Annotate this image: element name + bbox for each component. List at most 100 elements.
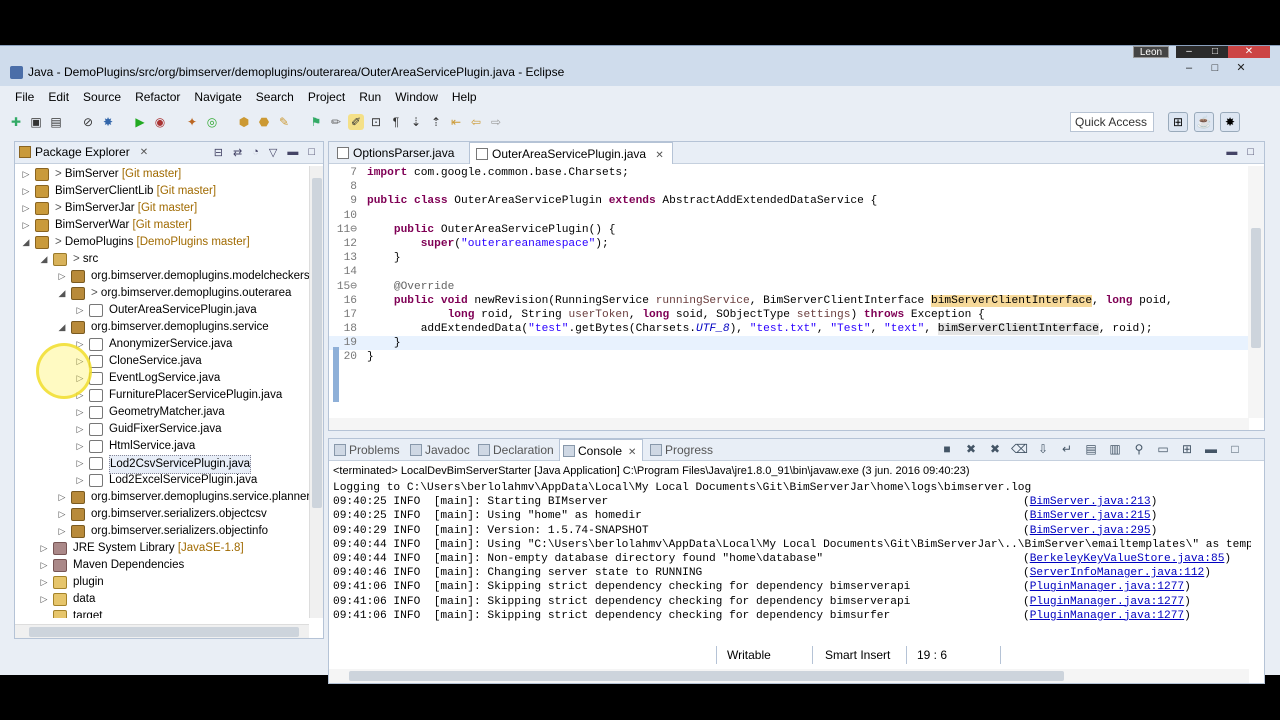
menu-edit[interactable]: Edit (41, 88, 76, 108)
tree-item[interactable]: ▷ plugin (15, 574, 309, 591)
collapsed-twisty-icon[interactable]: ▷ (39, 557, 49, 574)
collapsed-twisty-icon[interactable]: ▷ (39, 574, 49, 591)
source-link[interactable]: BimServer.java:213 (1030, 496, 1151, 508)
clear-console-icon[interactable]: ⌫ (1011, 442, 1028, 456)
menu-project[interactable]: Project (301, 88, 352, 108)
tab-outer-area-service-plugin[interactable]: OuterAreaServicePlugin.java ✕ (469, 142, 673, 164)
collapsed-twisty-icon[interactable]: ▷ (21, 200, 31, 217)
code-line[interactable]: 10 (329, 209, 1249, 223)
menu-help[interactable]: Help (445, 88, 484, 108)
tree-item[interactable]: target (15, 608, 309, 618)
code-line[interactable]: 13 } (329, 251, 1249, 265)
collapse-all-icon[interactable]: ⊟ (214, 146, 223, 159)
code-line[interactable]: 19 } (329, 336, 1249, 351)
code-line[interactable]: 14 (329, 265, 1249, 279)
view-menu-icon[interactable]: ▽ (269, 146, 277, 159)
source-link[interactable]: PluginManager.java:1277 (1030, 596, 1184, 608)
collapsed-twisty-icon[interactable]: ▷ (39, 591, 49, 608)
tab-package-explorer[interactable]: Package Explorer ✕ (19, 145, 148, 159)
show-on-output-icon[interactable]: ▤ (1083, 442, 1099, 456)
collapsed-twisty-icon[interactable]: ▷ (75, 472, 85, 489)
code-line[interactable]: 7 import com.google.common.base.Charsets; (329, 166, 1249, 180)
code-line[interactable]: 16 public void newRevision(RunningServic… (329, 294, 1249, 308)
skip-breakpoints-icon[interactable]: ⊘ (80, 114, 96, 130)
tree-item[interactable]: ▷ GeometryMatcher.java (15, 404, 309, 421)
tree-vertical-scrollbar[interactable] (309, 166, 323, 618)
run-icon[interactable]: ▶ (132, 114, 148, 130)
tree-item[interactable]: ▷ org.bimserver.serializers.objectinfo (15, 523, 309, 540)
collapsed-twisty-icon[interactable]: ▷ (39, 540, 49, 557)
tab-console[interactable]: Console ✕ (559, 439, 644, 461)
tree-item[interactable]: ▷ > BimServerJar [Git master] (15, 200, 309, 217)
collapsed-twisty-icon[interactable]: ▷ (75, 455, 85, 472)
close-icon[interactable]: ✕ (628, 447, 636, 458)
prev-annotation-icon[interactable]: ⇡ (428, 114, 444, 130)
editor-vertical-scrollbar[interactable] (1248, 166, 1264, 418)
close-button[interactable]: ✕ (1228, 63, 1254, 75)
last-edit-icon[interactable]: ⇤ (448, 114, 464, 130)
editor-horizontal-scrollbar[interactable] (329, 418, 1249, 430)
tree-item[interactable]: ▷ BimServerClientLib [Git master] (15, 183, 309, 200)
open-task-icon[interactable]: ⬣ (256, 114, 272, 130)
java-perspective-icon[interactable]: ☕ (1194, 112, 1214, 132)
collapsed-twisty-icon[interactable]: ▷ (75, 302, 85, 319)
code-line[interactable]: 11⊖ public OuterAreaServicePlugin() { (329, 223, 1249, 237)
next-annotation-icon[interactable]: ⇣ (408, 114, 424, 130)
open-console-icon[interactable]: ⊞ (1179, 442, 1195, 456)
tree-item[interactable]: ▷ > BimServer [Git master] (15, 166, 309, 183)
console-horizontal-scrollbar[interactable] (329, 669, 1249, 683)
tree-item[interactable]: ◢ > src (15, 251, 309, 268)
back-icon[interactable]: ⇦ (468, 114, 484, 130)
toggle-block-icon[interactable]: ✏ (328, 114, 344, 130)
expanded-twisty-icon[interactable]: ◢ (21, 234, 31, 251)
debug-icon[interactable]: ✸ (100, 114, 116, 130)
code-line[interactable]: 18 addExtendedData("test".getBytes(Chars… (329, 322, 1249, 336)
code-area[interactable]: 7 import com.google.common.base.Charsets;… (329, 166, 1249, 418)
source-link[interactable]: BimServer.java:295 (1030, 525, 1151, 537)
open-perspective-icon[interactable]: ⊞ (1168, 112, 1188, 132)
remove-launch-icon[interactable]: ✖ (963, 442, 979, 456)
toggle-mark-icon[interactable]: ⚑ (308, 114, 324, 130)
collapsed-twisty-icon[interactable]: ▷ (75, 421, 85, 438)
collapsed-twisty-icon[interactable]: ▷ (57, 268, 67, 285)
tree-horizontal-scrollbar[interactable] (15, 624, 309, 638)
collapsed-twisty-icon[interactable]: ▷ (21, 217, 31, 234)
tree-item[interactable]: ◢ > org.bimserver.demoplugins.outerarea (15, 285, 309, 302)
code-line[interactable]: 17 long roid, String userToken, long soi… (329, 308, 1249, 322)
collapsed-twisty-icon[interactable]: ▷ (57, 523, 67, 540)
menu-run[interactable]: Run (352, 88, 388, 108)
tree-item[interactable]: ▷ org.bimserver.serializers.objectcsv (15, 506, 309, 523)
menu-source[interactable]: Source (76, 88, 128, 108)
source-link[interactable]: ServerInfoManager.java:112 (1030, 567, 1205, 579)
expanded-twisty-icon[interactable]: ◢ (57, 319, 67, 336)
tree-item[interactable]: ▷ OuterAreaServicePlugin.java (15, 302, 309, 319)
menu-file[interactable]: File (8, 88, 41, 108)
collapsed-twisty-icon[interactable]: ▷ (57, 489, 67, 506)
close-icon[interactable]: ✕ (140, 147, 148, 158)
quick-access-field[interactable]: Quick Access (1070, 112, 1154, 132)
external-tools-icon[interactable]: ◉ (152, 114, 168, 130)
search-icon[interactable]: ✎ (276, 114, 292, 130)
pin-console-icon[interactable]: ⚲ (1131, 442, 1147, 456)
source-link[interactable]: BerkeleyKeyValueStore.java:85 (1030, 553, 1225, 565)
tab-progress[interactable]: Progress (647, 439, 713, 461)
os-maximize-button[interactable]: □ (1202, 46, 1228, 58)
os-close-button[interactable]: ✕ (1228, 46, 1270, 58)
maximize-view-icon[interactable]: □ (1247, 146, 1254, 158)
menu-navigate[interactable]: Navigate (187, 88, 248, 108)
tree-item[interactable]: ▷ data (15, 591, 309, 608)
user-badge[interactable]: Leon (1133, 46, 1169, 58)
collapsed-twisty-icon[interactable]: ▷ (57, 506, 67, 523)
tree-item[interactable]: ▷ org.bimserver.demoplugins.service.plann… (15, 489, 309, 506)
link-with-editor-icon[interactable]: ⇄ (233, 146, 242, 159)
tab-problems[interactable]: Problems (331, 439, 400, 461)
minimize-view-icon[interactable]: ▬ (1226, 146, 1237, 158)
show-whitespace-icon[interactable]: ⊡ (368, 114, 384, 130)
close-icon[interactable]: ✕ (655, 150, 663, 161)
tree-item[interactable]: ▷ Lod2ExcelServicePlugin.java (15, 472, 309, 489)
tree-item[interactable]: ▷ JRE System Library [JavaSE-1.8] (15, 540, 309, 557)
highlight-occurrences-icon[interactable]: ✐ (348, 114, 364, 130)
debug-perspective-icon[interactable]: ✸ (1220, 112, 1240, 132)
show-on-error-icon[interactable]: ▥ (1107, 442, 1123, 456)
collapsed-twisty-icon[interactable]: ▷ (75, 438, 85, 455)
